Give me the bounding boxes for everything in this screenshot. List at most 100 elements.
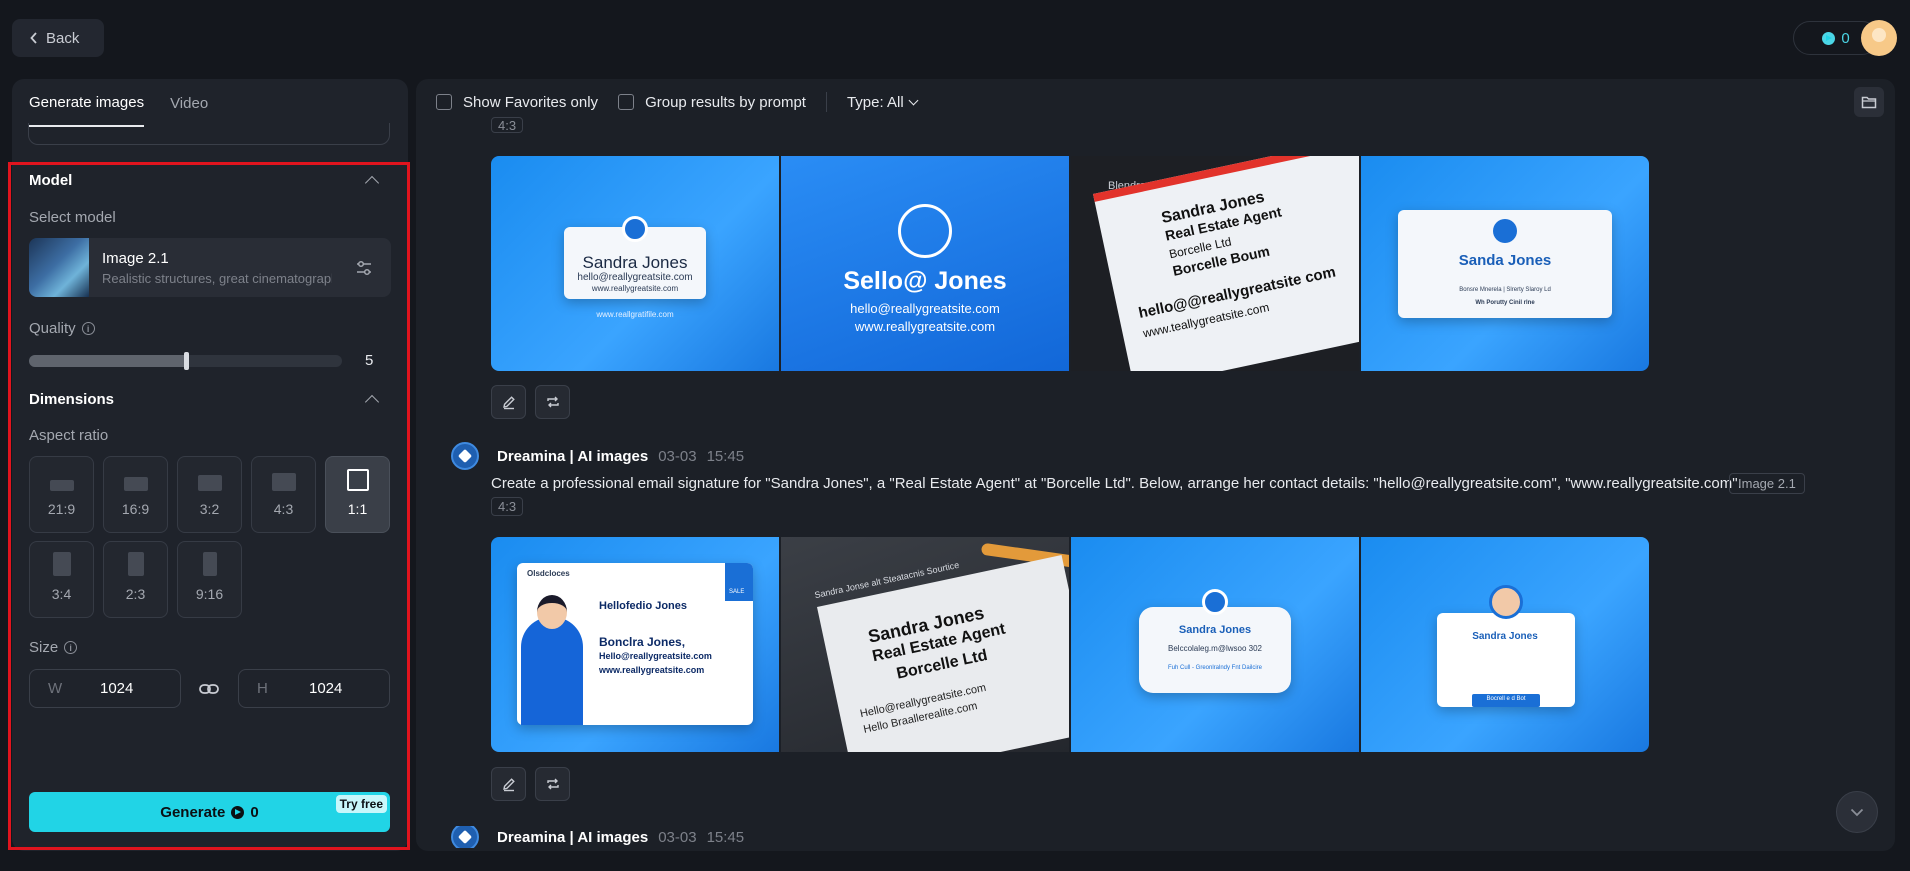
- width-input[interactable]: W 1024: [29, 669, 181, 708]
- ratio-shape-icon: [202, 552, 217, 576]
- quality-slider[interactable]: [29, 352, 342, 370]
- edit-button[interactable]: [491, 767, 526, 801]
- pencil-icon: [502, 396, 515, 410]
- folder-button[interactable]: [1854, 87, 1884, 117]
- image-text: Sello@ Jones: [843, 267, 1007, 295]
- height-input[interactable]: H 1024: [238, 669, 390, 708]
- width-prefix: W: [48, 680, 63, 697]
- ratio-shape-icon: [49, 480, 74, 491]
- image-text: Sandra Jones: [1178, 624, 1252, 636]
- chevron-down-icon: [908, 95, 919, 105]
- type-filter-label: Type: All: [846, 93, 904, 111]
- ratio-3-2[interactable]: 3:2: [177, 456, 242, 533]
- credit-coin-icon: [1822, 31, 1836, 45]
- group-checkbox[interactable]: [618, 94, 635, 110]
- image-text: www.reallgratifile.com: [596, 310, 674, 319]
- generate-cost: 0: [250, 803, 259, 821]
- person-illustration: [521, 617, 583, 725]
- quality-slider-handle[interactable]: [183, 352, 189, 370]
- quality-label: Quality i: [29, 320, 95, 337]
- generated-image[interactable]: Blendra Jones Sandra Jones Real Estate A…: [1071, 156, 1359, 371]
- credit-coin-icon: [231, 805, 245, 819]
- generation-author: Dreamina | AI images: [497, 447, 649, 465]
- tab-video[interactable]: Video: [170, 79, 208, 127]
- ratio-4-3[interactable]: 4:3: [251, 456, 316, 533]
- pencil-icon: [502, 778, 515, 792]
- person-icon: [1493, 219, 1517, 243]
- try-free-badge: Try free: [335, 795, 387, 813]
- image-row: Olsdcloces SALE Hellofedio Jones Bonclra…: [491, 537, 1651, 752]
- card-button: Bocrell e d Bot: [1472, 694, 1540, 707]
- chevron-left-icon: [30, 32, 37, 44]
- generate-label: Generate: [160, 803, 226, 821]
- image-text: Sandra Jones: [1472, 631, 1538, 642]
- generation-date: 03-03: [658, 447, 697, 465]
- settings-sliders-icon[interactable]: [355, 259, 373, 277]
- aspect-badge: 4:3: [491, 117, 524, 133]
- ratio-label: 4:3: [273, 501, 294, 517]
- person-icon: [622, 216, 648, 242]
- size-label: Size i: [29, 639, 78, 656]
- aspect-badge: 4:3: [491, 497, 524, 516]
- generated-image[interactable]: Sandra Jones Belccolaleg.m@lwsoo 302 Fuh…: [1071, 537, 1359, 752]
- prompt-text[interactable]: Create a professional email signature fo…: [491, 475, 1742, 492]
- ratio-shape-icon: [271, 473, 296, 491]
- generated-image[interactable]: Sello@ Jones hello@reallygreatsite.com w…: [781, 156, 1069, 371]
- link-dimensions-icon[interactable]: [198, 678, 220, 700]
- ratio-label: 3:4: [51, 586, 72, 602]
- image-text: www.reallygreatsite.com: [854, 319, 996, 334]
- dreamina-logo-icon: [451, 826, 479, 848]
- ratio-16-9[interactable]: 16:9: [103, 456, 168, 533]
- generated-image[interactable]: Sanda Jones Bonsre Mnerela | Slrerty Sla…: [1361, 156, 1649, 371]
- quality-value: 5: [365, 352, 374, 369]
- info-icon[interactable]: i: [64, 641, 78, 654]
- generated-image[interactable]: Olsdcloces SALE Hellofedio Jones Bonclra…: [491, 537, 779, 752]
- favorites-label: Show Favorites only: [463, 93, 599, 111]
- card-graphic: [1437, 613, 1575, 707]
- home-icon: [1202, 589, 1228, 615]
- avatar[interactable]: [1861, 20, 1897, 56]
- ratio-label: 3:2: [199, 501, 220, 517]
- back-button[interactable]: Back: [12, 19, 104, 57]
- person-icon: [1489, 585, 1523, 619]
- image-text: hello@reallygreatsite.com: [850, 301, 1000, 316]
- generated-image[interactable]: Sandra Jones Bocrell e d Bot: [1361, 537, 1649, 752]
- ratio-9-16[interactable]: 9:16: [177, 541, 242, 618]
- regenerate-button[interactable]: [535, 385, 570, 419]
- back-label: Back: [46, 29, 80, 47]
- generation-author: Dreamina | AI images: [497, 828, 649, 846]
- ratio-2-3[interactable]: 2:3: [103, 541, 168, 618]
- generated-image[interactable]: Sandra Jones hello@reallygreatsite.com w…: [491, 156, 779, 371]
- model-section-title: Model: [29, 172, 73, 189]
- model-description: Realistic structures, great cinematograp…: [102, 271, 332, 286]
- regenerate-button[interactable]: [535, 767, 570, 801]
- tab-generate-images[interactable]: Generate images: [29, 79, 145, 127]
- dimensions-section-title: Dimensions: [29, 391, 115, 408]
- favorites-checkbox[interactable]: [436, 94, 452, 110]
- image-text: SALE: [729, 589, 745, 595]
- select-model-label: Select model: [29, 209, 116, 226]
- ratio-1-1[interactable]: 1:1: [325, 456, 390, 533]
- info-icon[interactable]: i: [81, 322, 95, 335]
- scroll-down-button[interactable]: [1836, 791, 1878, 833]
- ratio-shape-icon: [127, 552, 144, 576]
- favorites-filter[interactable]: Show Favorites only: [436, 94, 598, 111]
- edit-button[interactable]: [491, 385, 526, 419]
- person-head: [537, 595, 567, 629]
- generate-button[interactable]: Generate 0 Try free: [29, 792, 390, 832]
- ratio-3-4[interactable]: 3:4: [29, 541, 94, 618]
- ratio-shape-icon: [346, 469, 369, 491]
- type-filter-dropdown[interactable]: Type: All: [846, 93, 919, 111]
- ratio-label: 9:16: [195, 586, 224, 602]
- image-text: Olsdcloces: [527, 569, 570, 578]
- generated-image[interactable]: Sandra Jonse alt Steatacnis Sourtice San…: [781, 537, 1069, 752]
- ratio-label: 1:1: [347, 501, 368, 517]
- ratio-shape-icon: [52, 552, 71, 576]
- prompt-input-edge[interactable]: [28, 123, 390, 145]
- group-filter[interactable]: Group results by prompt: [618, 94, 806, 111]
- model-selector[interactable]: Image 2.1 Realistic structures, great ci…: [29, 238, 391, 297]
- ratio-21-9[interactable]: 21:9: [29, 456, 94, 533]
- height-value: 1024: [309, 680, 343, 697]
- image-text: Sanda Jones: [1458, 252, 1552, 269]
- divider: [825, 92, 827, 112]
